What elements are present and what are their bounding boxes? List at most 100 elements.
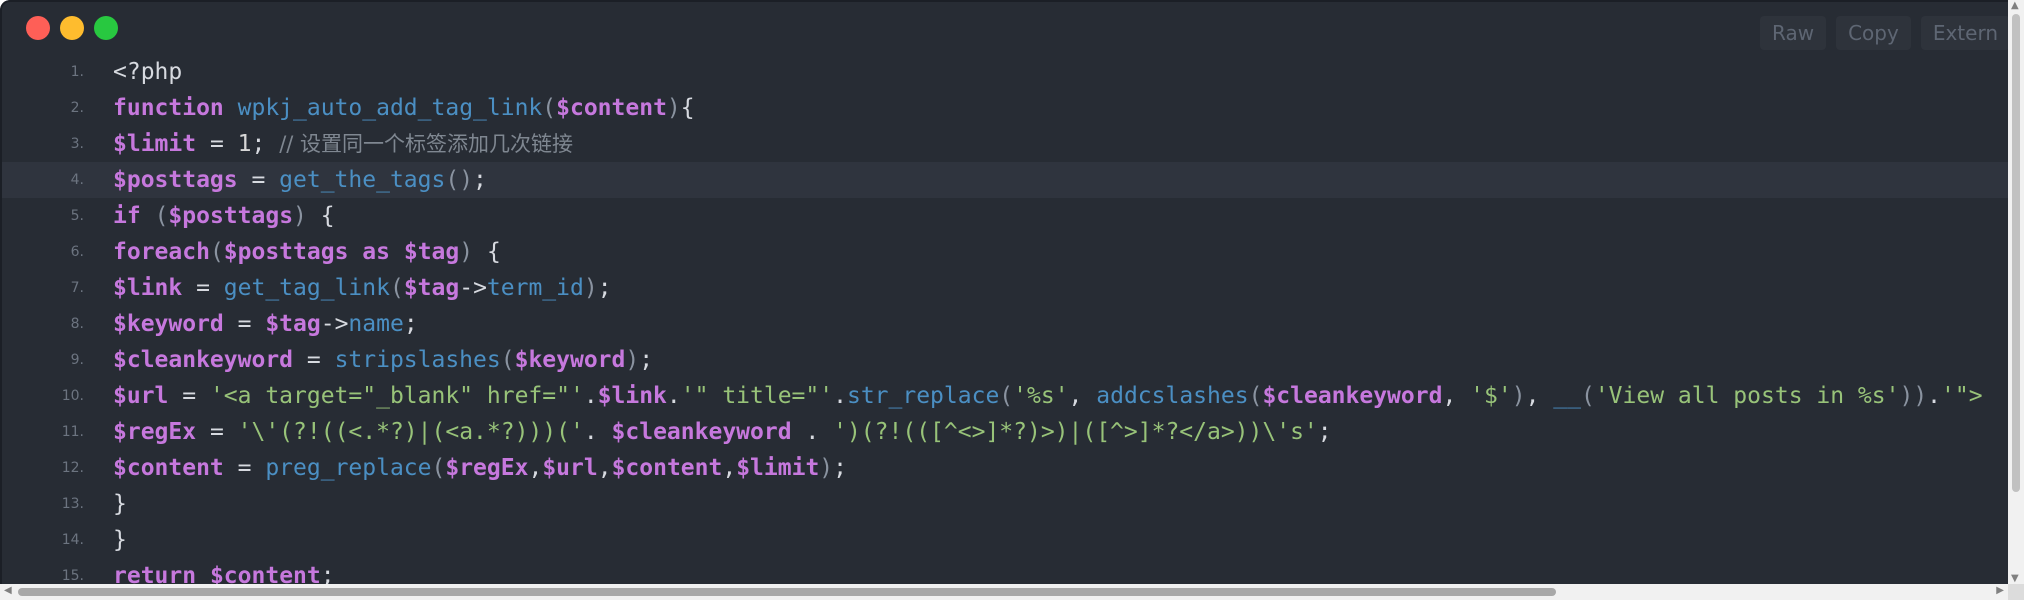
close-dot-icon[interactable] <box>26 16 50 40</box>
code-token: str_replace <box>846 383 1000 409</box>
raw-button[interactable]: Raw <box>1760 16 1827 50</box>
code-token: ( <box>209 239 224 265</box>
code-token: ) <box>1511 383 1526 409</box>
code-token: ')(?!(([^<>]*?)>)|([^>]*?</a>))\'s' <box>833 419 1318 445</box>
code-token: -> <box>320 311 349 337</box>
code-text: $url = '<a target="_blank" href="'.$link… <box>113 378 1983 414</box>
code-token: ) <box>819 455 834 481</box>
code-line: 15. return $content; <box>0 558 2008 584</box>
code-token: stripslashes <box>334 347 501 373</box>
scroll-down-arrow-icon[interactable]: ▼ <box>2011 573 2019 584</box>
code-line: 3. $limit = 1; // 设置同一个标签添加几次链接 <box>0 126 2008 162</box>
code-token: ; <box>320 563 335 584</box>
line-number: 2. <box>70 100 84 116</box>
code-token: { <box>306 203 335 229</box>
code-line: 1. <?php <box>0 54 2008 90</box>
code-token: $tag <box>403 275 460 301</box>
code-token: preg_replace <box>265 455 432 481</box>
code-token: ; <box>403 311 418 337</box>
line-number: 5. <box>70 208 84 224</box>
code-window: Raw Copy Extern 1. <?php 2. function wpkj_a… <box>0 0 2024 600</box>
code-token: } <box>113 491 127 517</box>
code-token: ; <box>1317 419 1332 445</box>
code-token: = <box>196 131 238 157</box>
code-token: get_the_tags <box>279 167 446 193</box>
copy-button[interactable]: Copy <box>1836 16 1911 50</box>
code-token: $posttags <box>168 203 294 229</box>
code-text: foreach($posttags as $tag) { <box>113 234 501 270</box>
line-number: 12. <box>61 460 84 476</box>
code-token: $content <box>209 563 321 584</box>
line-number: 6. <box>70 244 84 260</box>
code-text: if ($posttags) { <box>113 198 335 234</box>
code-token: $url <box>113 383 169 409</box>
code-token: addcslashes <box>1096 383 1249 409</box>
scroll-right-arrow-icon[interactable]: ▶ <box>1996 585 2004 596</box>
horizontal-scrollbar[interactable]: ◀ ▶ <box>0 584 2008 600</box>
scroll-left-arrow-icon[interactable]: ◀ <box>4 585 12 596</box>
line-number: 15. <box>61 568 84 584</box>
horizontal-scroll-thumb[interactable] <box>18 588 1556 596</box>
code-token: get_tag_link <box>223 275 390 301</box>
code-block[interactable]: 1. <?php 2. function wpkj_auto_add_tag_link… <box>0 54 2008 584</box>
code-token: $cleankeyword <box>611 419 792 445</box>
scroll-up-arrow-icon[interactable]: ▲ <box>2011 0 2019 11</box>
code-token: . <box>666 383 681 409</box>
code-token: -> <box>459 275 487 301</box>
vertical-scrollbar[interactable]: ▲ ▼ <box>2008 0 2024 584</box>
line-number: 10. <box>61 388 84 404</box>
code-token: $tag <box>403 239 460 265</box>
code-token: ; <box>639 347 654 373</box>
code-token: . <box>583 419 598 445</box>
code-token: $tag <box>265 311 321 337</box>
code-token: $posttags <box>113 167 238 193</box>
code-token: $cleankeyword <box>1262 383 1443 409</box>
code-token: ) <box>666 95 681 121</box>
code-text: $link = get_tag_link($tag->term_id); <box>113 270 612 306</box>
code-token: ) <box>625 347 640 373</box>
code-token: = <box>182 275 224 301</box>
code-token: ( <box>431 455 446 481</box>
code-token: '$' <box>1470 383 1512 409</box>
code-text: function wpkj_auto_add_tag_link($content… <box>113 90 695 126</box>
code-token: ; <box>597 275 612 301</box>
code-text: $content = preg_replace($regEx,$url,$con… <box>113 450 847 486</box>
minimize-dot-icon[interactable] <box>60 16 84 40</box>
code-token: ( <box>999 383 1014 409</box>
code-token: foreach <box>113 239 210 265</box>
code-text: $cleankeyword = stripslashes($keyword); <box>113 342 653 378</box>
code-token: $regEx <box>113 419 197 445</box>
code-token: ( <box>1248 383 1263 409</box>
code-token: = <box>293 347 335 373</box>
code-text: $limit = 1; // 设置同一个标签添加几次链接 <box>113 126 573 162</box>
code-token: $limit <box>113 131 197 157</box>
code-token: = <box>223 311 266 337</box>
code-token: , <box>1442 383 1471 409</box>
code-line: 2. function wpkj_auto_add_tag_link($conte… <box>0 90 2008 126</box>
code-line: 11. $regEx = '\'(?!((<.*?)|(<a.*?)))('. $… <box>0 414 2008 450</box>
code-token: { <box>680 95 695 121</box>
code-text: } <box>113 486 127 522</box>
code-token: if <box>113 203 141 229</box>
code-token: '" title="' <box>680 383 834 409</box>
line-number: 4. <box>70 172 84 188</box>
code-token: ( <box>542 95 557 121</box>
code-token: ) <box>293 203 307 229</box>
extern-button[interactable]: Extern <box>1920 16 2010 50</box>
vertical-scroll-thumb[interactable] <box>2012 14 2020 492</box>
code-token: () <box>445 167 474 193</box>
maximize-dot-icon[interactable] <box>94 16 118 40</box>
code-text: } <box>113 522 127 558</box>
code-toolbar: Raw Copy Extern <box>1760 16 2010 50</box>
code-token: as <box>362 239 390 265</box>
code-token: ; <box>473 167 487 193</box>
code-token: , <box>528 455 543 481</box>
code-token: , <box>1525 383 1554 409</box>
code-token: 'View all posts in %s' <box>1594 383 1900 409</box>
code-token: function <box>113 95 224 121</box>
code-token: $link <box>597 383 667 409</box>
code-token: ( <box>389 275 404 301</box>
